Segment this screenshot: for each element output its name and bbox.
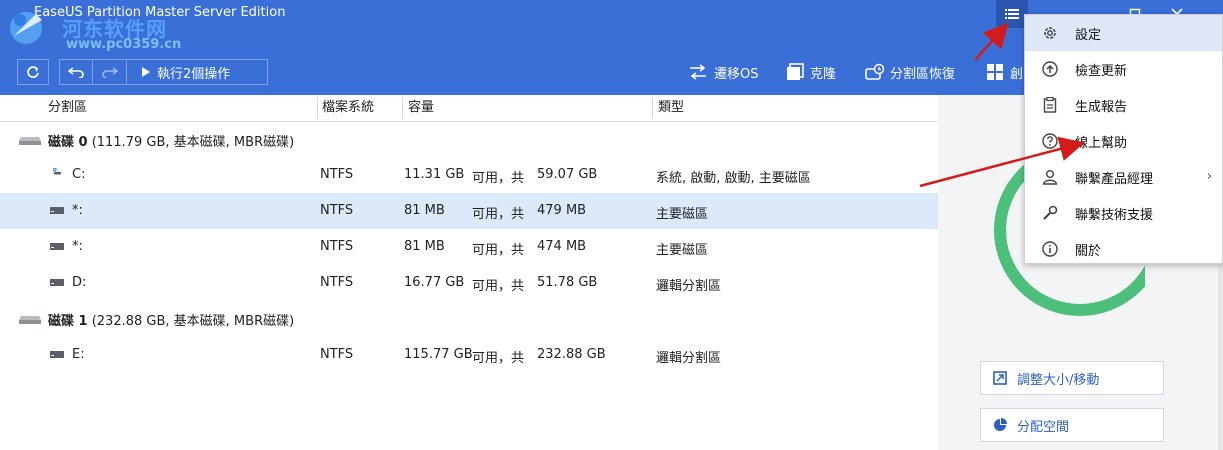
annotation-arrows (919, 22, 1085, 188)
arrow-to-online-help (919, 136, 1085, 188)
arrow-to-menu-button (974, 22, 1009, 61)
